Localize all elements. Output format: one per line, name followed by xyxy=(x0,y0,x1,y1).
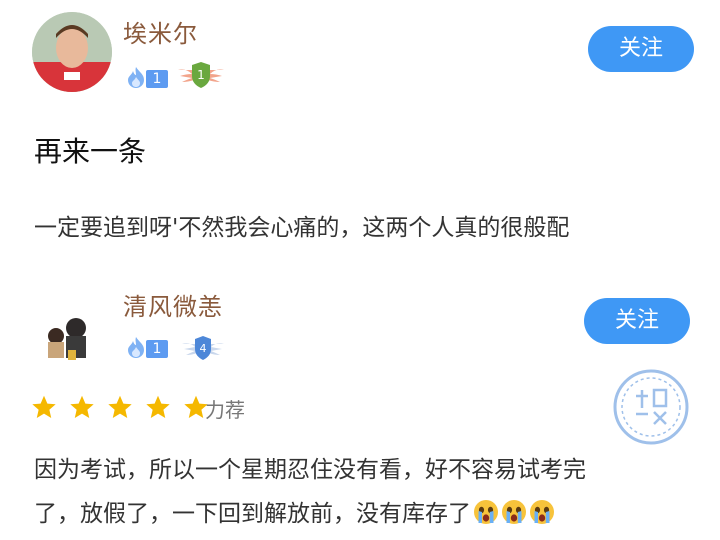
follow-button[interactable]: 关注 xyxy=(588,26,694,72)
comments-page: 埃米尔 1 1 关注 再来一条 一定要追到呀'不然我会心痛的，这两个人真的很般配… xyxy=(0,0,720,540)
rank-badge: 1 xyxy=(176,62,226,92)
star-icon xyxy=(108,395,132,419)
winged-shield-icon: 4 xyxy=(182,336,224,360)
stamp-watermark-icon xyxy=(613,369,689,445)
follow-button[interactable]: 关注 xyxy=(584,298,690,344)
level-number: 1 xyxy=(146,70,168,88)
avatar[interactable] xyxy=(32,286,112,366)
star-icon xyxy=(70,395,94,419)
rank-number: 4 xyxy=(200,342,207,355)
level-badge: 1 xyxy=(124,336,168,358)
star-rating xyxy=(30,392,220,424)
crying-face-icon xyxy=(530,500,554,524)
flame-icon xyxy=(128,67,144,88)
comment-text: 一定要追到呀'不然我会心痛的，这两个人真的很般配 xyxy=(34,215,570,241)
username[interactable]: 埃米尔 xyxy=(123,14,198,49)
star-icon xyxy=(146,395,170,419)
flame-icon xyxy=(128,337,144,358)
crying-face-icon xyxy=(474,500,498,524)
star-icon xyxy=(32,395,56,419)
level-number: 1 xyxy=(146,340,168,358)
comment-text-line-content: 了，放假了，一下回到解放前，没有库存了 xyxy=(34,501,471,527)
username[interactable]: 清风微恙 xyxy=(123,287,223,322)
rank-number: 1 xyxy=(197,68,205,82)
rating-label: 力荐 xyxy=(205,398,245,422)
comment-text-line: 因为考试，所以一个星期忍住没有看，好不容易试考完 xyxy=(34,457,586,483)
comment-text: 因为考试，所以一个星期忍住没有看，好不容易试考完 了，放假了，一下回到解放前，没… xyxy=(34,448,704,536)
winged-shield-icon: 1 xyxy=(178,62,224,88)
comment-title: 再来一条 xyxy=(34,135,147,168)
rank-badge: 4 xyxy=(180,336,226,364)
comment-text-line: 了，放假了，一下回到解放前，没有库存了 xyxy=(34,492,704,536)
crying-face-icon xyxy=(502,500,526,524)
avatar[interactable] xyxy=(32,12,112,92)
level-badge: 1 xyxy=(124,66,168,88)
